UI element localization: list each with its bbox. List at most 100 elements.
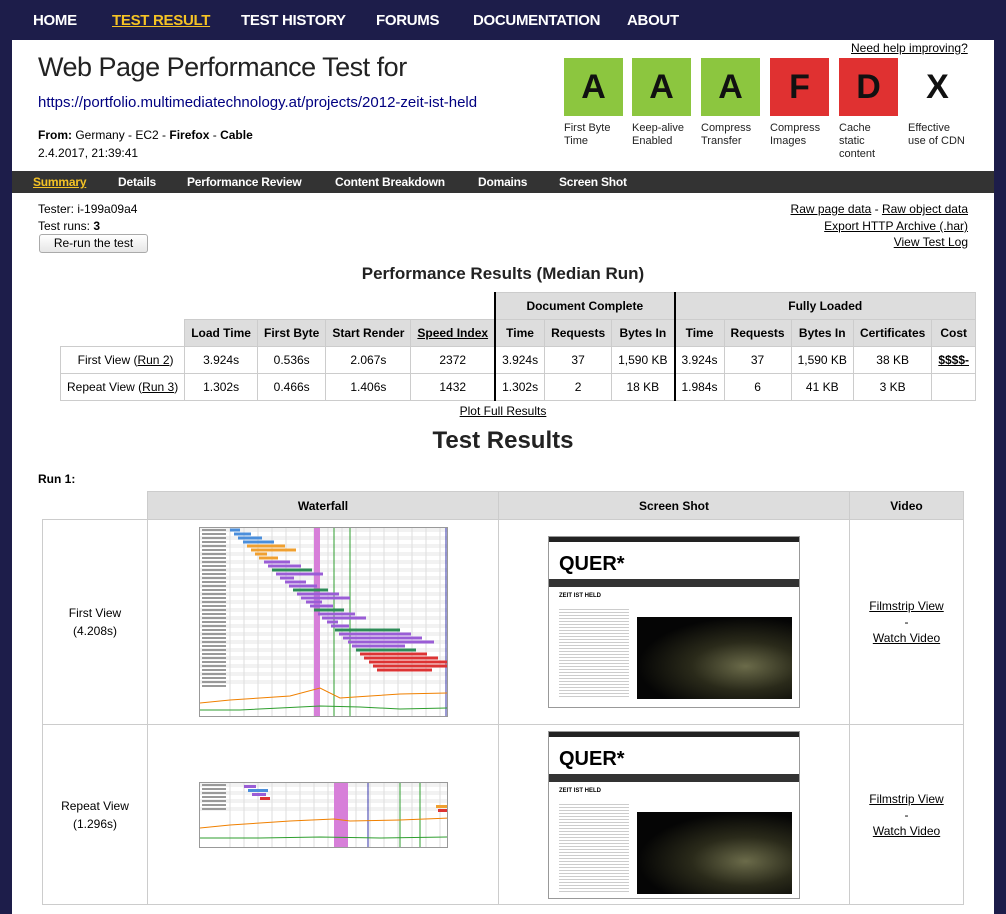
waterfall-mark bbox=[288, 584, 317, 588]
tab-details[interactable]: Details bbox=[118, 175, 156, 189]
run-link[interactable]: Run 3 bbox=[142, 380, 174, 394]
raw-page-data-link[interactable]: Raw page data bbox=[791, 202, 872, 216]
waterfall-url-label bbox=[201, 581, 226, 583]
table-row: Repeat View (Run 3) 1.302s 0.466s 1.406s… bbox=[59, 373, 977, 401]
watch-video-link[interactable]: Watch Video bbox=[850, 824, 963, 838]
tab-screen-shot[interactable]: Screen Shot bbox=[559, 175, 627, 189]
cell-doc-requests: 2 bbox=[544, 373, 613, 401]
waterfall-mark bbox=[254, 552, 267, 556]
waterfall-mark bbox=[271, 568, 312, 572]
header-load-time: Load Time bbox=[184, 319, 258, 347]
waterfall-mark bbox=[199, 552, 447, 556]
grade-badge[interactable]: F bbox=[770, 58, 829, 116]
plot-full-results-link[interactable]: Plot Full Results bbox=[12, 404, 994, 418]
waterfall-mark bbox=[376, 668, 432, 672]
waterfall-thumbnail[interactable] bbox=[198, 527, 448, 717]
cell-load-time: 1.302s bbox=[184, 373, 258, 401]
waterfall-mark bbox=[437, 808, 447, 812]
grade-badge[interactable]: A bbox=[564, 58, 623, 116]
cell-load-time: 3.924s bbox=[184, 346, 258, 374]
table-row: First View (Run 2) 3.924s 0.536s 2.067s … bbox=[59, 346, 977, 374]
cell-doc-bytes: 18 KB bbox=[611, 373, 675, 401]
waterfall-url-label bbox=[201, 787, 226, 790]
grade-badge[interactable]: A bbox=[701, 58, 760, 116]
raw-object-data-link[interactable]: Raw object data bbox=[882, 202, 968, 216]
waterfall-url-label bbox=[201, 557, 226, 559]
waterfall-mark bbox=[363, 656, 438, 660]
row-label: First View (Run 2) bbox=[59, 346, 186, 374]
waterfall-url-label bbox=[201, 665, 226, 667]
cell-cost-link[interactable]: $$$$- bbox=[931, 346, 977, 374]
grade-badge[interactable]: A bbox=[632, 58, 691, 116]
waterfall-mark bbox=[233, 532, 251, 536]
cell-certificates: 38 KB bbox=[852, 346, 933, 374]
waterfall-mark bbox=[333, 782, 348, 847]
waterfall-mark bbox=[199, 576, 447, 580]
waterfall-mark bbox=[305, 600, 322, 604]
waterfall-url-label bbox=[201, 783, 226, 786]
waterfall-url-label bbox=[201, 803, 226, 806]
waterfall-cpu-line bbox=[199, 817, 447, 828]
nav-test-result[interactable]: TEST RESULT bbox=[112, 12, 210, 29]
waterfall-url-label bbox=[201, 621, 226, 623]
waterfall-url-label bbox=[201, 561, 226, 563]
waterfall-url-label bbox=[201, 649, 226, 651]
waterfall-url-label bbox=[201, 609, 226, 611]
filmstrip-view-link[interactable]: Filmstrip View bbox=[850, 599, 963, 613]
waterfall-url-label bbox=[201, 807, 226, 810]
header-speed-index[interactable]: Speed Index bbox=[410, 319, 496, 347]
help-improving-link[interactable]: Need help improving? bbox=[851, 41, 968, 55]
nav-forums[interactable]: FORUMS bbox=[376, 12, 440, 29]
test-results-table: Waterfall Screen Shot Video First View (4… bbox=[42, 491, 964, 905]
nav-test-history[interactable]: TEST HISTORY bbox=[241, 12, 346, 29]
waterfall-mark bbox=[342, 636, 422, 640]
run-label: Run 1: bbox=[38, 472, 76, 486]
cell-doc-bytes: 1,590 KB bbox=[611, 346, 675, 374]
header-cost: Cost bbox=[931, 319, 977, 347]
run-link[interactable]: Run 2 bbox=[137, 353, 169, 367]
waterfall-mark bbox=[199, 794, 447, 799]
waterfall-thumbnail[interactable] bbox=[198, 781, 448, 848]
waterfall-cell bbox=[147, 519, 499, 725]
watch-video-link[interactable]: Watch Video bbox=[850, 631, 963, 645]
test-datetime: 2.4.2017, 21:39:41 bbox=[38, 146, 139, 160]
photo-icon bbox=[637, 811, 792, 894]
photo-icon bbox=[637, 617, 792, 699]
performance-results-title: Performance Results (Median Run) bbox=[361, 264, 645, 283]
filmstrip-view-link[interactable]: Filmstrip View bbox=[850, 792, 963, 806]
export-har-link[interactable]: Export HTTP Archive (.har) bbox=[824, 219, 968, 233]
grade-badge[interactable]: X bbox=[908, 58, 967, 116]
screenshot-thumbnail[interactable]: QUER* ZEIT IST HELD bbox=[548, 536, 800, 708]
waterfall-mark bbox=[292, 588, 328, 592]
thumb-logo: QUER* bbox=[559, 553, 625, 575]
tab-domains[interactable]: Domains bbox=[478, 175, 527, 189]
tab-summary[interactable]: Summary bbox=[33, 175, 86, 189]
grade-badge[interactable]: D bbox=[839, 58, 898, 116]
waterfall-mark bbox=[284, 580, 306, 584]
tab-performance-review[interactable]: Performance Review bbox=[187, 175, 302, 189]
waterfall-mark bbox=[321, 616, 366, 620]
waterfall-mark bbox=[199, 676, 447, 680]
waterfall-url-label bbox=[201, 653, 226, 655]
tester-info: Tester: i-199a09a4 bbox=[38, 202, 138, 216]
nav-home[interactable]: HOME bbox=[33, 12, 77, 29]
tested-url[interactable]: https://portfolio.multimediatechnology.a… bbox=[38, 94, 477, 111]
screenshot-cell: QUER* ZEIT IST HELD bbox=[498, 519, 850, 725]
screenshot-thumbnail[interactable]: QUER* ZEIT IST HELD bbox=[548, 730, 800, 899]
waterfall-mark bbox=[199, 680, 447, 684]
waterfall-mark bbox=[199, 580, 447, 584]
waterfall-mark bbox=[263, 560, 290, 564]
cell-first-byte: 0.536s bbox=[256, 346, 327, 374]
waterfall-url-label bbox=[201, 549, 226, 551]
cell-doc-time: 1.302s bbox=[494, 373, 546, 401]
tab-content-breakdown[interactable]: Content Breakdown bbox=[335, 175, 445, 189]
waterfall-mark bbox=[359, 652, 427, 656]
view-test-log-link[interactable]: View Test Log bbox=[894, 235, 968, 249]
nav-about[interactable]: ABOUT bbox=[627, 12, 679, 29]
nav-documentation[interactable]: DOCUMENTATION bbox=[473, 12, 601, 29]
waterfall-url-label bbox=[201, 545, 226, 547]
raw-data-links: Raw page data - Raw object data bbox=[790, 202, 968, 216]
grade-label: Effective use of CDN bbox=[908, 122, 965, 147]
rerun-test-button[interactable]: Re-run the test bbox=[39, 234, 148, 253]
waterfall-url-label bbox=[201, 585, 226, 587]
